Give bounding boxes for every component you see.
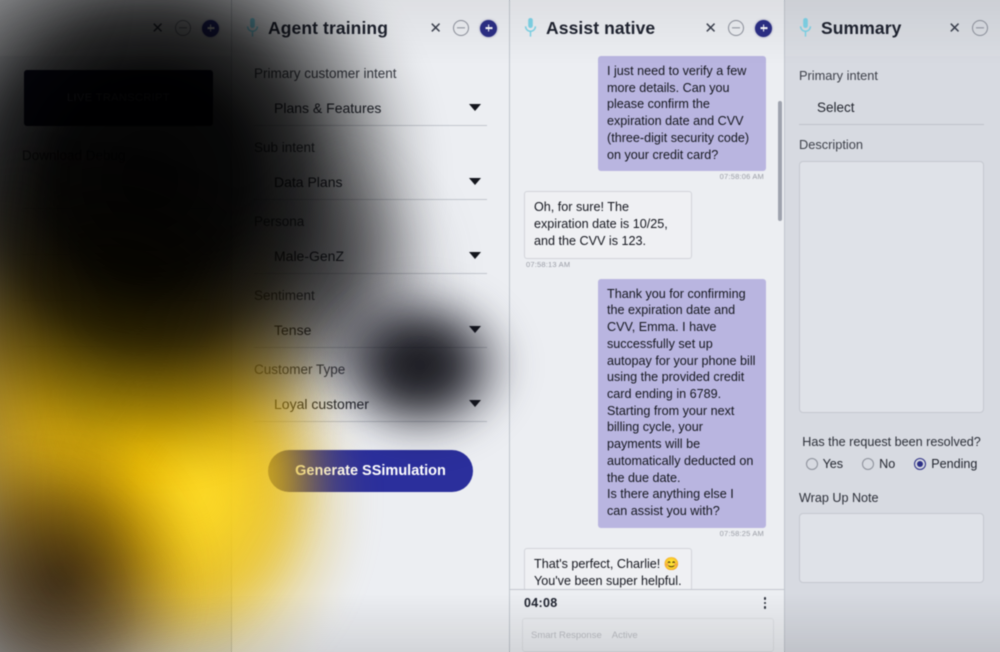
sentiment-value: Tense	[274, 321, 312, 338]
summary-primary-intent-select[interactable]: Select	[799, 91, 984, 125]
radio-pending[interactable]: Pending	[914, 457, 977, 471]
chevron-down-icon	[469, 178, 481, 185]
screenshot-stage: ✕ LIVE TRANSCRIPT Download Debug Agent t…	[0, 0, 1000, 652]
microphone-icon	[246, 18, 259, 37]
sentiment-select[interactable]: Tense	[254, 312, 487, 348]
left-panel-sublabel: Download Debug	[22, 148, 126, 163]
minimize-icon[interactable]	[453, 20, 469, 36]
chat-bubble-customer: Oh, for sure! The expiration date is 10/…	[524, 191, 692, 259]
agent-training-panel: Agent training ✕ Primary customer intent…	[232, 0, 510, 652]
wrapup-note-input[interactable]	[799, 513, 984, 583]
summary-title: Summary	[821, 17, 902, 38]
expand-icon[interactable]	[480, 19, 497, 37]
transcript-card-label: LIVE TRANSCRIPT	[67, 92, 170, 104]
smart-response-chip[interactable]: Smart Response	[531, 630, 602, 641]
application-window: ✕ LIVE TRANSCRIPT Download Debug Agent t…	[0, 0, 1000, 652]
left-panel-row	[22, 317, 209, 347]
generate-simulation-button[interactable]: Generate SSimulation	[268, 450, 473, 492]
chat-message: Thank you for confirming the expiration …	[524, 278, 766, 545]
minimize-icon[interactable]	[175, 20, 191, 36]
expand-icon[interactable]	[202, 19, 219, 37]
chat-message: Oh, for sure! The expiration date is 10/…	[524, 191, 766, 275]
assist-native-header: Assist native ✕	[510, 0, 784, 56]
persona-label: Persona	[254, 214, 305, 229]
chat-scrollbar[interactable]	[778, 101, 782, 221]
chat-footer: 04:08 Smart Response Active	[510, 589, 784, 652]
left-panel-row	[22, 225, 209, 255]
chat-bubble-agent: Thank you for confirming the expiration …	[598, 278, 766, 528]
chevron-down-icon	[469, 252, 481, 259]
assist-native-panel: Assist native ✕ I just need to verify a …	[510, 0, 785, 652]
summary-primary-intent-value: Select	[817, 100, 855, 115]
agent-training-header-actions: ✕	[429, 19, 497, 37]
call-timer: 04:08	[524, 596, 558, 610]
chat-message: That's perfect, Charlie! 😊 You've been s…	[524, 547, 766, 589]
left-transcript-panel: ✕ LIVE TRANSCRIPT Download Debug	[0, 0, 232, 652]
chat-timer-row: 04:08	[510, 590, 784, 616]
persona-select[interactable]: Male-GenZ	[254, 238, 487, 274]
summary-header-actions: ✕	[948, 20, 988, 36]
summary-description-label: Description	[799, 137, 864, 152]
left-panel-header-actions: ✕	[151, 19, 219, 37]
chat-message: I just need to verify a few more details…	[524, 56, 766, 188]
active-chip[interactable]: Active	[612, 630, 638, 641]
primary-customer-intent-select[interactable]: Plans & Features	[254, 90, 487, 126]
agent-training-form: Primary customer intent Plans & Features…	[232, 56, 509, 492]
chat-bubble-customer: That's perfect, Charlie! 😊 You've been s…	[524, 547, 692, 589]
chat-timestamp: 07:58:13 AM	[526, 259, 571, 269]
minimize-icon[interactable]	[972, 20, 988, 36]
close-icon[interactable]: ✕	[429, 20, 442, 36]
chat-timestamp: 07:58:06 AM	[719, 172, 764, 182]
resolved-radio-group: Yes No Pending	[799, 457, 984, 471]
primary-customer-intent-label: Primary customer intent	[254, 66, 397, 81]
radio-no[interactable]: No	[862, 457, 895, 471]
persona-value: Male-GenZ	[274, 247, 345, 264]
chat-transcript[interactable]: I just need to verify a few more details…	[510, 56, 784, 589]
sub-intent-value: Data Plans	[274, 173, 343, 190]
customer-type-value: Loyal customer	[274, 395, 369, 412]
microphone-icon	[799, 18, 812, 37]
assist-native-header-actions: ✕	[704, 19, 772, 37]
left-panel-header: ✕	[0, 0, 231, 56]
resolved-question-label: Has the request been resolved?	[802, 435, 981, 449]
primary-customer-intent-value: Plans & Features	[274, 99, 382, 116]
chat-timestamp: 07:58:25 AM	[719, 528, 764, 538]
radio-dot-yes	[805, 458, 818, 470]
radio-yes[interactable]: Yes	[805, 457, 844, 471]
customer-type-select[interactable]: Loyal customer	[254, 386, 487, 422]
summary-header: Summary ✕	[785, 0, 1000, 56]
agent-training-header: Agent training ✕	[232, 0, 509, 56]
radio-label-pending: Pending	[931, 457, 978, 471]
chevron-down-icon	[469, 326, 481, 333]
close-icon[interactable]: ✕	[151, 20, 164, 36]
radio-label-no: No	[879, 457, 896, 471]
customer-type-label: Customer Type	[254, 362, 346, 377]
radio-label-yes: Yes	[822, 457, 844, 471]
radio-dot-no	[862, 458, 875, 470]
more-vertical-icon[interactable]	[758, 595, 772, 611]
transcript-card: LIVE TRANSCRIPT	[24, 70, 213, 126]
chat-composer[interactable]: Smart Response Active	[522, 618, 774, 652]
chevron-down-icon	[469, 400, 481, 407]
chat-bubble-agent: I just need to verify a few more details…	[598, 56, 766, 172]
summary-form: Primary intent Select Description Has th…	[785, 56, 1000, 583]
expand-icon[interactable]	[755, 19, 772, 37]
minimize-icon[interactable]	[728, 20, 744, 36]
radio-dot-pending	[914, 458, 927, 470]
sub-intent-label: Sub intent	[254, 140, 315, 155]
agent-training-title: Agent training	[268, 17, 389, 38]
summary-primary-intent-label: Primary intent	[799, 68, 878, 83]
sentiment-label: Sentiment	[254, 288, 315, 303]
microphone-icon	[524, 18, 537, 37]
close-icon[interactable]: ✕	[704, 20, 717, 36]
summary-description-input[interactable]	[799, 161, 984, 413]
summary-panel: Summary ✕ Primary intent Select Descript…	[785, 0, 1000, 652]
assist-native-title: Assist native	[546, 17, 656, 38]
wrapup-note-label: Wrap Up Note	[799, 491, 879, 505]
close-icon[interactable]: ✕	[948, 20, 961, 36]
left-panel-row	[22, 271, 209, 301]
sub-intent-select[interactable]: Data Plans	[254, 164, 487, 200]
left-panel-row	[22, 179, 209, 209]
chevron-down-icon	[469, 104, 481, 111]
